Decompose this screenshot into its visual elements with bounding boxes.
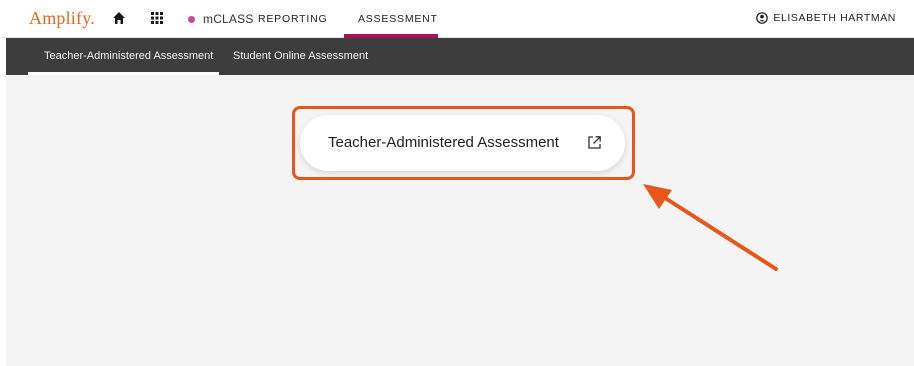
tab-teacher-administered[interactable]: Teacher-Administered Assessment bbox=[44, 50, 213, 62]
annotation-highlight-box bbox=[292, 106, 635, 180]
product-switcher[interactable]: mCLASS bbox=[188, 12, 254, 26]
grid-icon[interactable] bbox=[151, 12, 163, 24]
tab-student-online[interactable]: Student Online Assessment bbox=[233, 50, 368, 62]
product-label: mCLASS bbox=[203, 12, 254, 26]
user-name: ELISABETH HARTMAN bbox=[773, 12, 896, 24]
user-circle-icon bbox=[756, 12, 769, 24]
product-dot bbox=[188, 15, 195, 23]
top-navigation-bar: Amplify. mCLASS REPORTING ASSESSMENT ELI… bbox=[0, 0, 914, 38]
nav-assessment[interactable]: ASSESSMENT bbox=[358, 13, 438, 25]
nav-reporting[interactable]: REPORTING bbox=[258, 13, 327, 25]
amplify-logo[interactable]: Amplify. bbox=[29, 8, 95, 29]
assessment-subnav: Teacher-Administered Assessment Student … bbox=[6, 38, 914, 75]
home-icon[interactable] bbox=[112, 11, 126, 25]
user-menu[interactable]: ELISABETH HARTMAN bbox=[756, 12, 896, 24]
